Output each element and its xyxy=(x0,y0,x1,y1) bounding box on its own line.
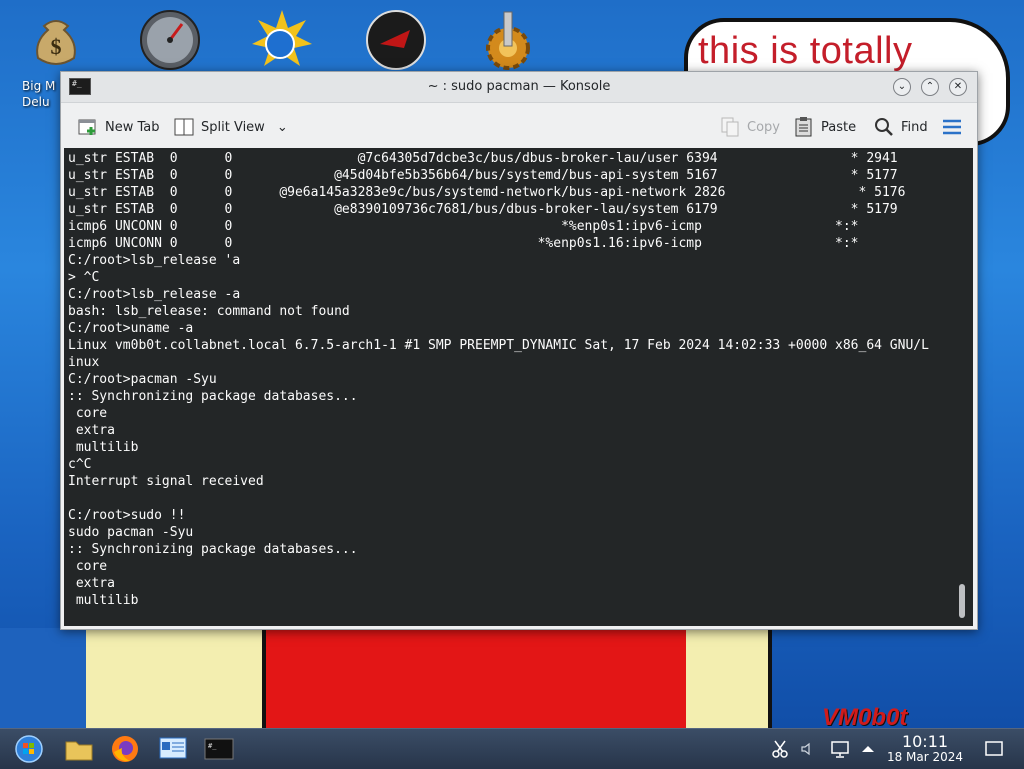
minimize-button[interactable]: ⌄ xyxy=(893,78,911,96)
sun-globe-icon[interactable] xyxy=(250,8,320,78)
terminal-line: > ^C xyxy=(68,270,100,285)
wallpaper-shape xyxy=(0,628,100,728)
terminal-line: C:/root>sudo !! xyxy=(68,508,186,523)
terminal-line: u_str ESTAB 0 0 @7c64305d7dcbe3c/bus/dbu… xyxy=(68,151,898,166)
split-view-icon xyxy=(174,118,194,136)
terminal-line: sudo pacman -Syu xyxy=(68,525,194,540)
terminal-line: core xyxy=(68,559,108,574)
settings-window-icon xyxy=(159,737,187,759)
firefox-icon xyxy=(112,736,138,762)
start-menu-button[interactable] xyxy=(12,733,46,765)
speedometer-icon[interactable] xyxy=(138,8,208,78)
terminal-line: core xyxy=(68,406,108,421)
terminal-view[interactable]: u_str ESTAB 0 0 @7c64305d7dcbe3c/bus/dbu… xyxy=(64,148,973,626)
windows-orb-icon xyxy=(15,735,43,763)
terminal-line: C:/root>uname -a xyxy=(68,321,194,336)
new-tab-button[interactable]: New Tab xyxy=(77,115,160,139)
wallpaper-shape xyxy=(262,628,694,728)
desktop-icon-label: Big M Delu xyxy=(22,79,56,109)
terminal-line: C:/root>lsb_release -a xyxy=(68,287,241,302)
find-button[interactable]: Find xyxy=(873,115,928,139)
scissors-icon[interactable] xyxy=(770,739,790,759)
close-button[interactable]: ✕ xyxy=(949,78,967,96)
volume-icon[interactable] xyxy=(798,739,818,759)
speech-bubble-text: this is totally xyxy=(698,30,913,72)
file-manager-task[interactable] xyxy=(62,733,96,765)
svg-text:$: $ xyxy=(51,34,62,59)
clock-date[interactable]: 18 Mar 2024 xyxy=(880,750,970,764)
terminal-line: Linux vm0b0t.collabnet.local 6.7.5-arch1… xyxy=(68,338,929,353)
terminal-line: bash: lsb_release: command not found xyxy=(68,304,350,319)
konsole-toolbar: New Tab Split View ⌄ Copy Paste Find xyxy=(61,103,977,147)
terminal-output: u_str ESTAB 0 0 @7c64305d7dcbe3c/bus/dbu… xyxy=(68,150,929,609)
terminal-icon: #_ xyxy=(204,738,234,760)
terminal-line: Interrupt signal received xyxy=(68,474,264,489)
terminal-line: C:/root>lsb_release 'a xyxy=(68,253,241,268)
wallpaper-shape xyxy=(686,628,772,728)
svg-text:#_: #_ xyxy=(208,742,217,750)
terminal-line: icmp6 UNCONN 0 0 *%enp0s1:ipv6-icmp *:* xyxy=(68,219,859,234)
terminal-line: u_str ESTAB 0 0 @45d04bfe5b356b64/bus/sy… xyxy=(68,168,898,183)
red-eye-icon[interactable] xyxy=(364,8,434,78)
terminal-line: :: Synchronizing package databases... xyxy=(68,542,358,557)
paste-icon xyxy=(795,117,812,137)
window-title: ~ : sudo pacman — Konsole xyxy=(427,79,611,94)
terminal-line: C:/root>pacman -Syu xyxy=(68,372,217,387)
clock-time[interactable]: 10:11 xyxy=(880,732,970,751)
terminal-line: u_str ESTAB 0 0 @e8390109736c7681/bus/db… xyxy=(68,202,898,217)
terminal-line: inux xyxy=(68,355,100,370)
search-icon xyxy=(875,118,893,136)
terminal-line: u_str ESTAB 0 0 @9e6a145a3283e9c/bus/sys… xyxy=(68,185,906,200)
chevron-down-icon: ⌄ xyxy=(276,119,288,135)
terminal-line: multilib xyxy=(68,440,139,455)
wallpaper-shape xyxy=(86,628,262,728)
chevron-up-icon: ⌃ xyxy=(925,81,935,92)
system-settings-task[interactable] xyxy=(156,733,190,765)
maximize-button[interactable]: ⌃ xyxy=(921,78,939,96)
terminal-scrollbar[interactable] xyxy=(959,584,965,618)
copy-button[interactable]: Copy xyxy=(719,115,780,139)
folder-icon xyxy=(65,741,93,761)
show-desktop-icon[interactable] xyxy=(984,739,1004,759)
expand-tray-icon[interactable] xyxy=(858,739,878,759)
new-tab-icon xyxy=(78,119,96,135)
network-icon[interactable] xyxy=(830,739,850,759)
terminal-line: icmp6 UNCONN 0 0 *%enp0s1.16:ipv6-icmp *… xyxy=(68,236,859,251)
copy-icon xyxy=(721,117,739,137)
konsole-task[interactable]: #_ xyxy=(202,733,236,765)
firefox-task[interactable] xyxy=(108,733,142,765)
split-view-button[interactable]: Split View ⌄ xyxy=(173,115,288,139)
terminal-line: extra xyxy=(68,576,115,591)
big-money-icon[interactable]: $ xyxy=(24,8,94,78)
chevron-down-icon: ⌄ xyxy=(897,81,907,92)
hamburger-menu-button[interactable] xyxy=(941,115,963,139)
terminal-line: multilib xyxy=(68,593,139,608)
hamburger-menu-icon xyxy=(943,119,961,135)
close-icon: ✕ xyxy=(953,81,963,92)
window-titlebar[interactable]: #_ ~ : sudo pacman — Konsole ⌄ ⌃ ✕ xyxy=(61,72,977,103)
gear-pipe-icon[interactable] xyxy=(476,8,546,78)
terminal-line: extra xyxy=(68,423,115,438)
paste-button[interactable]: Paste xyxy=(793,115,856,139)
konsole-window: #_ ~ : sudo pacman — Konsole ⌄ ⌃ ✕ New T… xyxy=(60,71,978,630)
terminal-line: c^C xyxy=(68,457,92,472)
taskbar: #_ 10:11 18 Mar 2024 xyxy=(0,728,1024,769)
terminal-line: :: Synchronizing package databases... xyxy=(68,389,358,404)
